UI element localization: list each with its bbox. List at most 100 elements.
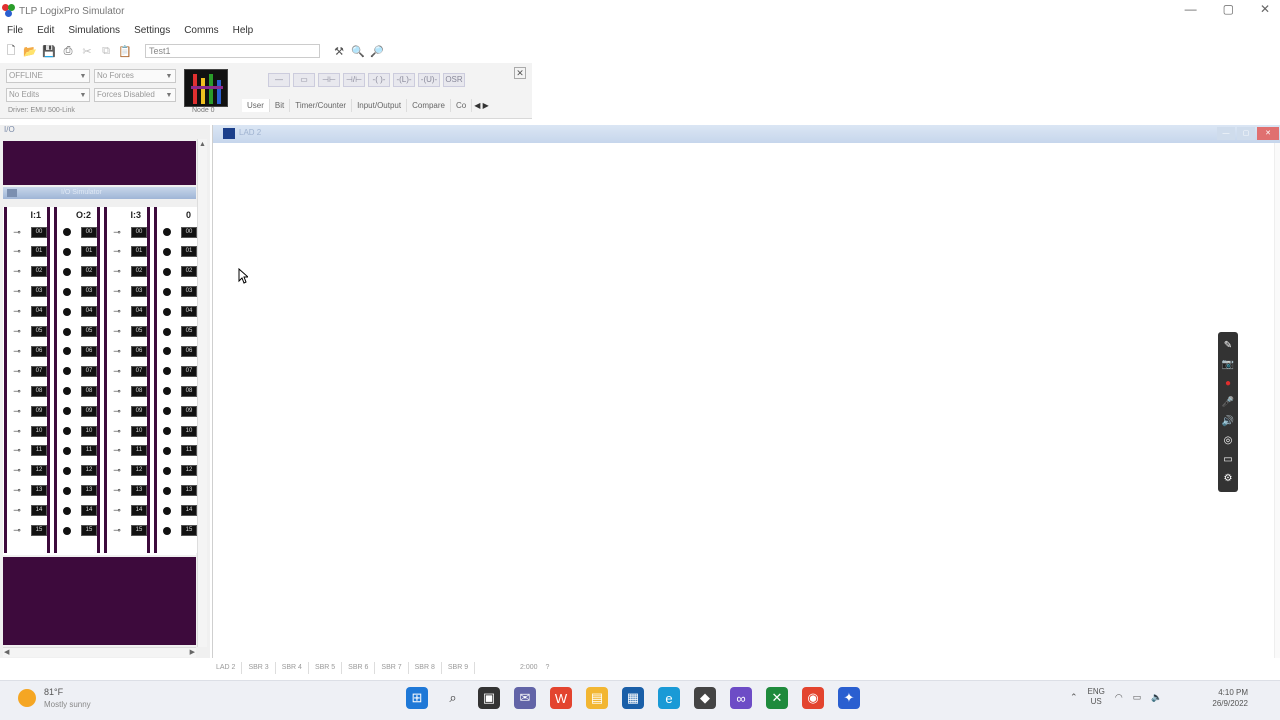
- toggle-switch-icon[interactable]: ⊸: [111, 505, 123, 516]
- toggle-switch-icon[interactable]: ⊸: [11, 445, 23, 456]
- toggle-switch-icon[interactable]: ⊸: [111, 465, 123, 476]
- toggle-switch-icon[interactable]: ⊸: [111, 286, 123, 297]
- forces-state-select[interactable]: Forces Disabled ▼: [94, 88, 176, 102]
- tab-co[interactable]: Co: [451, 99, 473, 112]
- otu-button[interactable]: -(U)-: [418, 73, 440, 87]
- program-file-tab[interactable]: SBR 4: [276, 662, 309, 674]
- toggle-switch-icon[interactable]: ⊸: [111, 485, 123, 496]
- volume-icon[interactable]: 🔈: [1151, 692, 1162, 703]
- toggle-switch-icon[interactable]: ⊸: [111, 406, 123, 417]
- zoom-in-icon[interactable]: 🔍: [350, 43, 366, 59]
- print-icon[interactable]: ⎙: [60, 43, 76, 59]
- windows-start-icon[interactable]: ⊞: [406, 687, 428, 709]
- ladder-close-button[interactable]: ✕: [1257, 127, 1279, 140]
- microphone-icon[interactable]: 🎤: [1222, 397, 1234, 408]
- chrome-icon[interactable]: ◉: [802, 687, 824, 709]
- tab-compare[interactable]: Compare: [407, 99, 451, 112]
- toggle-switch-icon[interactable]: ⊸: [111, 445, 123, 456]
- record-icon[interactable]: ●: [1225, 378, 1231, 389]
- toggle-switch-icon[interactable]: ⊸: [11, 227, 23, 238]
- toggle-switch-icon[interactable]: ⊸: [11, 286, 23, 297]
- copy-icon[interactable]: ⧉: [98, 43, 114, 59]
- ladder-maximize-button[interactable]: ▢: [1237, 127, 1255, 140]
- file-name-field[interactable]: Test1: [145, 44, 320, 58]
- xbox-icon[interactable]: ✕: [766, 687, 788, 709]
- osr-button[interactable]: OSR: [443, 73, 465, 87]
- tab-bit[interactable]: Bit: [270, 99, 291, 112]
- properties-icon[interactable]: ⚒: [331, 43, 347, 59]
- toggle-switch-icon[interactable]: ⊸: [111, 306, 123, 317]
- xio-button[interactable]: ⊣/⊢: [343, 73, 365, 87]
- toggle-switch-icon[interactable]: ⊸: [111, 525, 123, 536]
- menu-comms[interactable]: Comms: [177, 25, 225, 36]
- toggle-switch-icon[interactable]: ⊸: [111, 326, 123, 337]
- toggle-switch-icon[interactable]: ⊸: [11, 406, 23, 417]
- zoom-out-icon[interactable]: 🔎: [369, 43, 385, 59]
- toggle-switch-icon[interactable]: ⊸: [11, 386, 23, 397]
- toggle-switch-icon[interactable]: ⊸: [11, 465, 23, 476]
- pen-icon[interactable]: ✎: [1224, 340, 1232, 351]
- ribbon-close-button[interactable]: ✕: [514, 67, 526, 79]
- camera-icon[interactable]: 📷: [1222, 359, 1234, 370]
- new-file-icon[interactable]: 🗋: [3, 43, 19, 59]
- toggle-switch-icon[interactable]: ⊸: [11, 525, 23, 536]
- open-folder-icon[interactable]: 📂: [22, 43, 38, 59]
- maximize-button[interactable]: ▢: [1223, 2, 1234, 16]
- battery-icon[interactable]: ▭: [1133, 692, 1142, 703]
- weather-description[interactable]: Mostly sunny: [44, 700, 91, 709]
- program-file-tab[interactable]: SBR 3: [242, 662, 276, 674]
- xic-button[interactable]: ⊣⊢: [318, 73, 340, 87]
- branch-button[interactable]: ▭: [293, 73, 315, 87]
- toggle-switch-icon[interactable]: ⊸: [11, 306, 23, 317]
- edge-icon[interactable]: e: [658, 687, 680, 709]
- rung-button[interactable]: —: [268, 73, 290, 87]
- program-file-tab[interactable]: SBR 5: [309, 662, 343, 674]
- visual-studio-icon[interactable]: ∞: [730, 687, 752, 709]
- toggle-switch-icon[interactable]: ⊸: [11, 505, 23, 516]
- language-indicator[interactable]: ENG US: [1088, 687, 1105, 707]
- toggle-switch-icon[interactable]: ⊸: [111, 366, 123, 377]
- tab-timer-counter[interactable]: Timer/Counter: [290, 99, 353, 112]
- minimize-button[interactable]: —: [1185, 2, 1197, 16]
- paste-icon[interactable]: 📋: [117, 43, 133, 59]
- menu-help[interactable]: Help: [226, 25, 261, 36]
- scroll-left-icon[interactable]: ◀: [4, 648, 9, 656]
- tab-scroll-arrows[interactable]: ◀ ▶: [472, 99, 491, 112]
- program-file-tab[interactable]: LAD 2: [210, 662, 243, 674]
- save-icon[interactable]: 💾: [41, 43, 57, 59]
- ladder-minimize-button[interactable]: —: [1217, 127, 1235, 140]
- forces-select[interactable]: No Forces ▼: [94, 69, 176, 83]
- webcam-icon[interactable]: ◎: [1224, 435, 1233, 446]
- edits-select[interactable]: No Edits ▼: [6, 88, 90, 102]
- toggle-switch-icon[interactable]: ⊸: [11, 246, 23, 257]
- otl-button[interactable]: -(L)-: [393, 73, 415, 87]
- office-icon[interactable]: W: [550, 687, 572, 709]
- menu-file[interactable]: File: [0, 25, 30, 36]
- toggle-switch-icon[interactable]: ⊸: [111, 426, 123, 437]
- toggle-switch-icon[interactable]: ⊸: [11, 266, 23, 277]
- io-panel-vertical-scrollbar[interactable]: ▲: [197, 139, 207, 647]
- toggle-switch-icon[interactable]: ⊸: [11, 326, 23, 337]
- ladder-editor-window[interactable]: LAD 2 — ▢ ✕: [212, 125, 1280, 658]
- chat-icon[interactable]: ✉: [514, 687, 536, 709]
- toggle-switch-icon[interactable]: ⊸: [11, 346, 23, 357]
- toggle-switch-icon[interactable]: ⊸: [111, 227, 123, 238]
- scroll-up-icon[interactable]: ▲: [199, 141, 206, 148]
- io-panel-horizontal-scrollbar[interactable]: ◀ ▶: [3, 647, 196, 657]
- menu-simulations[interactable]: Simulations: [61, 25, 127, 36]
- toggle-switch-icon[interactable]: ⊸: [111, 266, 123, 277]
- menu-edit[interactable]: Edit: [30, 25, 61, 36]
- ote-button[interactable]: -( )-: [368, 73, 390, 87]
- toggle-switch-icon[interactable]: ⊸: [111, 386, 123, 397]
- weather-sun-icon[interactable]: [18, 689, 36, 707]
- ladder-vertical-scrollbar[interactable]: [1274, 143, 1280, 658]
- close-button[interactable]: ✕: [1260, 2, 1270, 16]
- settings-gear-icon[interactable]: ⚙: [1224, 473, 1233, 484]
- toggle-switch-icon[interactable]: ⊸: [11, 485, 23, 496]
- toggle-switch-icon[interactable]: ⊸: [111, 346, 123, 357]
- weather-temperature[interactable]: 81°F: [44, 687, 63, 697]
- cut-icon[interactable]: ✂: [79, 43, 95, 59]
- logixpro-taskbar-icon[interactable]: ✦: [838, 687, 860, 709]
- wifi-icon[interactable]: ◠: [1115, 692, 1123, 703]
- tray-overflow-icon[interactable]: ⌃: [1070, 692, 1078, 703]
